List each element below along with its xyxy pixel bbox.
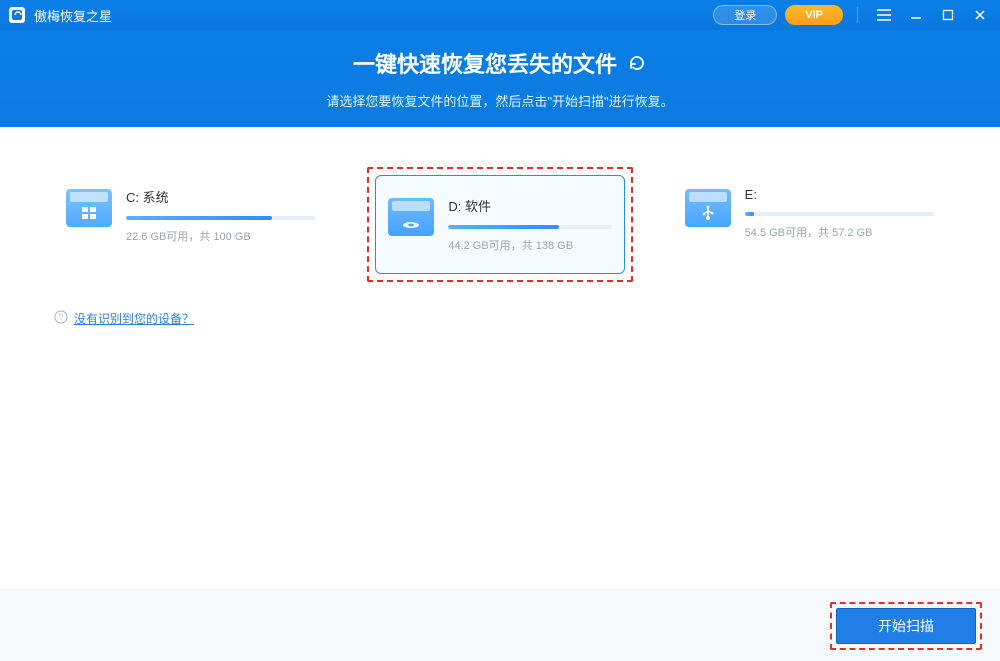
selected-drive-highlight: D: 软件 44.2 GB可用，共 138 GB bbox=[367, 167, 632, 282]
hero-title: 一键快速恢复您丢失的文件 bbox=[353, 47, 617, 79]
drive-info: 44.2 GB可用，共 138 GB bbox=[448, 237, 611, 253]
maximize-icon[interactable] bbox=[936, 3, 960, 27]
minimize-icon[interactable] bbox=[904, 3, 928, 27]
drive-label: C: 系统 bbox=[126, 187, 315, 206]
start-scan-button[interactable]: 开始扫描 bbox=[836, 608, 976, 644]
close-icon[interactable] bbox=[968, 3, 992, 27]
hero-subtitle: 请选择您要恢复文件的位置，然后点击"开始扫描"进行恢复。 bbox=[326, 91, 673, 110]
disk-icon bbox=[388, 198, 434, 236]
app-logo-icon bbox=[8, 6, 26, 24]
menu-icon[interactable] bbox=[872, 3, 896, 27]
help-icon: ? bbox=[54, 310, 68, 327]
refresh-icon[interactable] bbox=[627, 53, 647, 73]
scan-button-highlight: 开始扫描 bbox=[830, 602, 982, 650]
footer: 开始扫描 bbox=[0, 589, 1000, 661]
titlebar: 傲梅恢复之星 登录 VIP bbox=[0, 0, 1000, 30]
separator bbox=[857, 7, 858, 23]
drive-label: E: bbox=[745, 187, 934, 202]
usb-disk-icon bbox=[685, 189, 731, 227]
drive-usage-bar bbox=[126, 216, 315, 220]
hero: 一键快速恢复您丢失的文件 请选择您要恢复文件的位置，然后点击"开始扫描"进行恢复… bbox=[0, 30, 1000, 127]
drive-list: C: 系统 22.6 GB可用，共 100 GB D: 软件 44.2 GB可用… bbox=[54, 167, 946, 282]
drive-card-d[interactable]: D: 软件 44.2 GB可用，共 138 GB bbox=[375, 175, 624, 274]
drive-card-e[interactable]: E: 54.5 GB可用，共 57.2 GB bbox=[673, 167, 946, 260]
content-area: C: 系统 22.6 GB可用，共 100 GB D: 软件 44.2 GB可用… bbox=[0, 127, 1000, 327]
svg-text:?: ? bbox=[58, 312, 63, 322]
help-row: ? 没有识别到您的设备？ bbox=[54, 310, 946, 327]
login-button[interactable]: 登录 bbox=[713, 5, 777, 25]
drive-usage-bar bbox=[448, 225, 611, 229]
drive-usage-bar bbox=[745, 212, 934, 216]
drive-info: 22.6 GB可用，共 100 GB bbox=[126, 228, 315, 244]
drive-info: 54.5 GB可用，共 57.2 GB bbox=[745, 224, 934, 240]
drive-card-c[interactable]: C: 系统 22.6 GB可用，共 100 GB bbox=[54, 167, 327, 264]
drive-label: D: 软件 bbox=[448, 196, 611, 215]
device-not-detected-link[interactable]: 没有识别到您的设备？ bbox=[74, 310, 194, 327]
app-title: 傲梅恢复之星 bbox=[34, 6, 112, 25]
windows-disk-icon bbox=[66, 189, 112, 227]
hero-title-row: 一键快速恢复您丢失的文件 bbox=[353, 47, 647, 79]
vip-button[interactable]: VIP bbox=[785, 5, 843, 25]
